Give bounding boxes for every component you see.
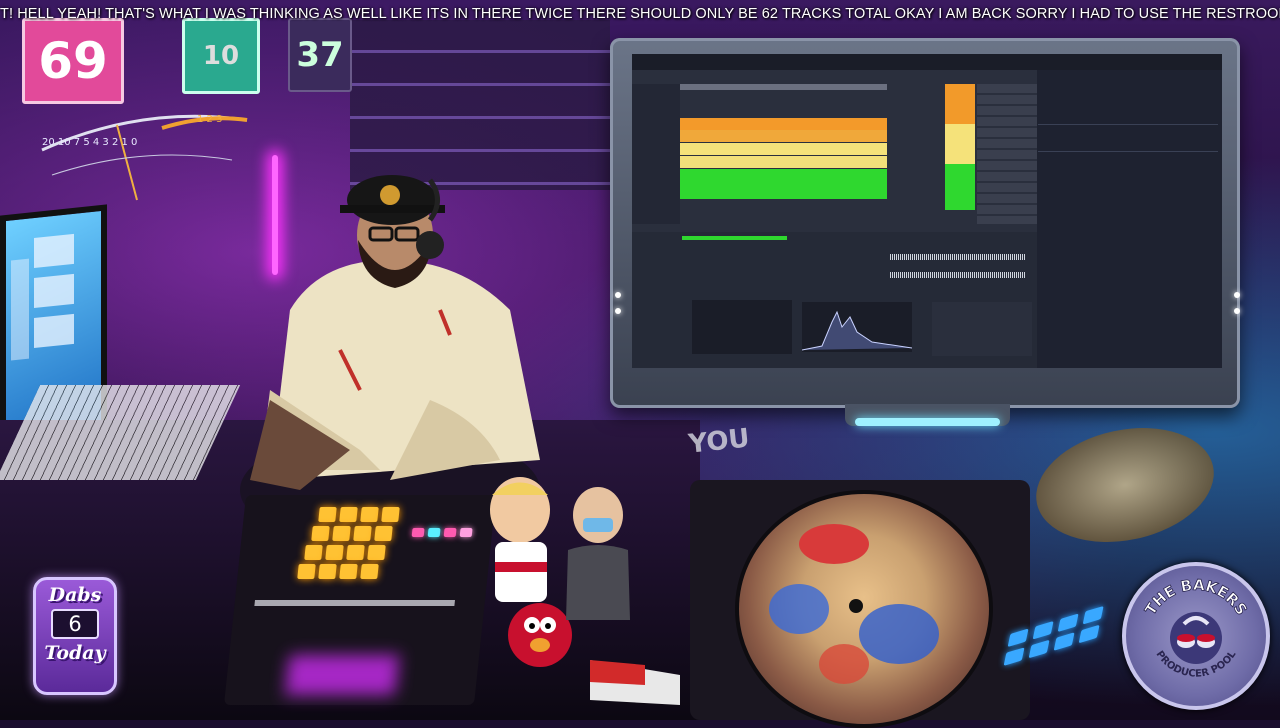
chat-ticker: T! HELL YEAH! THAT'S WHAT I WAS THINKING… (0, 6, 1280, 22)
producer-person (240, 175, 540, 520)
frame-light-dot (615, 292, 621, 298)
bakers-top-text: THE BAKERS (1141, 575, 1251, 618)
jersey-10: 10 (182, 18, 260, 94)
arrangement-view (632, 70, 1037, 232)
jersey-37: 37 (288, 18, 352, 92)
frame-light-dot (1234, 292, 1240, 298)
turntable-platter (735, 490, 993, 728)
vu-scale-right: 1 2 3 (197, 114, 222, 125)
vu-meter-sign: 20 10 7 5 4 3 2 1 0 1 2 3 (41, 114, 248, 201)
detail-view (632, 232, 1037, 368)
jersey-69-number: 69 (38, 32, 108, 90)
jersey-69: 69 (22, 18, 124, 104)
vu-scale-left: 20 10 7 5 4 3 2 1 0 (42, 137, 137, 148)
bobblehead-figurines (490, 477, 680, 705)
dabs-count: 6 (51, 609, 99, 639)
jersey-10-number: 10 (202, 41, 240, 71)
daw-top-bar (632, 54, 1222, 70)
svg-text:THE BAKERS: THE BAKERS (1141, 576, 1251, 619)
bakers-producer-pool-logo: THE BAKERS PRODUCER POOL (1122, 562, 1270, 710)
maschine-controller (223, 495, 497, 705)
stream-scene: 69 10 37 20 10 7 5 4 3 2 1 0 1 2 3 YOU D… (0, 0, 1280, 728)
frame-light-dot (615, 308, 621, 314)
jersey-37-number: 37 (296, 35, 344, 75)
dabs-counter-badge: Dabs 6 Today (33, 577, 117, 695)
dabs-today-label: Today (44, 642, 106, 664)
file-manager-panel (1038, 74, 1218, 152)
dabs-label: Dabs (48, 584, 102, 606)
frame-light-dot (1234, 308, 1240, 314)
monitor-underglow (855, 418, 1000, 426)
daw-screen (632, 54, 1222, 368)
cymbal (1025, 412, 1225, 558)
